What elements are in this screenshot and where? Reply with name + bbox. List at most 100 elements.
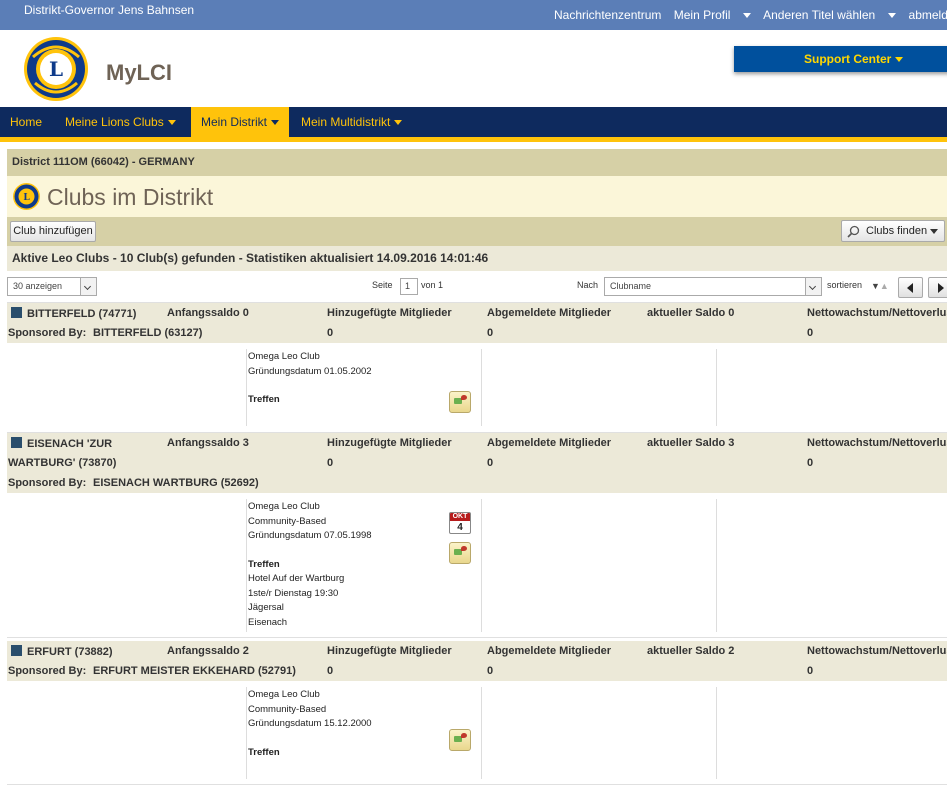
pager-bar: 30 anzeigen Seite 1 von 1 Nach Clubname … [7,271,947,303]
calendar-month: OKT [450,513,470,521]
club-details: Omega Leo Club Community-Based Gründungs… [7,681,947,785]
club-category: Community-Based [248,703,327,715]
map-icon[interactable] [449,729,471,751]
square-icon [11,437,22,448]
meeting-label: Treffen [248,394,280,405]
club-name-label: ERFURT (73882) [27,646,113,658]
club-block: ERFURT (73882) Anfangssaldo 2 Hinzugefüg… [7,641,947,785]
support-center-label: Support Center [804,52,892,66]
switch-title-menu[interactable]: Anderen Titel wählen [763,8,897,22]
page-input[interactable]: 1 [400,278,418,295]
club-block: EISENACH 'ZUR Anfangssaldo 3 Hinzugefügt… [7,433,947,638]
divider [716,687,717,779]
chevron-down-icon [80,278,96,295]
sponsored-by-label: Sponsored By: [8,477,87,489]
sponsored-by-value: EISENACH WARTBURG (52692) [93,477,259,489]
club-name[interactable]: ERFURT (73882) [11,645,113,658]
club-type: Omega Leo Club [248,689,320,700]
club-block: BITTERFELD (74771) Anfangssaldo 0 Hinzug… [7,303,947,433]
brand-name: MyLCI [106,60,172,85]
my-profile-menu[interactable]: Mein Profil [674,8,752,22]
square-icon [11,645,22,656]
sort-field-select[interactable]: Clubname [604,277,822,296]
added-members-header: Hinzugefügte Mitglieder [327,307,452,319]
nav-my-district[interactable]: Mein Distrikt [191,107,290,137]
map-icon[interactable] [449,391,471,413]
sponsored-by-label: Sponsored By: [8,665,87,677]
club-name[interactable]: BITTERFELD (74771) [11,307,136,320]
status-line: Aktive Leo Clubs - 10 Club(s) gefunden -… [7,246,947,271]
page-size-select[interactable]: 30 anzeigen [7,277,97,296]
nav-my-multidistrict-label: Mein Multidistrikt [301,115,391,129]
club-info: Omega Leo Club Gründungsdatum 01.05.2002… [248,350,372,408]
added-members-value: 0 [327,457,334,469]
net-growth-header: Nettowachstum/Nettoverlust [807,307,947,319]
current-balance: aktueller Saldo 2 [647,645,735,657]
lions-logo[interactable]: L [20,35,92,103]
toolbar: Club hinzufügen Clubs finden [7,217,947,246]
chevron-down-icon [167,120,176,126]
charter-date: Gründungsdatum 07.05.1998 [248,530,372,541]
club-info: Omega Leo Club Community-Based Gründungs… [248,500,372,630]
club-name-continued[interactable]: WARTBURG' (73870) [8,457,116,469]
magnifier-icon [847,225,860,238]
chevron-down-icon [805,278,821,295]
sort-by-label: Nach [577,280,599,290]
divider [481,499,482,632]
add-club-button[interactable]: Club hinzufügen [10,221,96,242]
meeting-label: Treffen [248,558,280,570]
chevron-down-icon [394,120,403,126]
find-clubs-button[interactable]: Clubs finden [841,220,945,242]
nav-my-multidistrict[interactable]: Mein Multidistrikt [291,107,412,137]
page-label: Seite [372,280,393,290]
support-center-button[interactable]: Support Center [734,46,947,72]
added-members-value: 0 [327,665,334,677]
club-category: Community-Based [248,515,327,527]
chevron-down-icon [743,13,752,19]
page-size-value: 30 anzeigen [13,281,63,291]
chevron-down-icon [930,229,938,234]
club-header: BITTERFELD (74771) Anfangssaldo 0 Hinzug… [7,303,947,343]
current-balance: aktueller Saldo 3 [647,437,735,449]
divider [246,687,247,779]
chevron-down-icon [888,13,897,19]
nav-my-lions-clubs-label: Meine Lions Clubs [65,115,164,129]
removed-members-value: 0 [487,327,494,339]
prev-page-button[interactable] [898,277,923,298]
messages-link[interactable]: Nachrichtenzentrum [554,8,661,22]
main-nav: Home Meine Lions Clubs Mein Distrikt Mei… [0,107,947,137]
sponsored-by-label: Sponsored By: [8,327,87,339]
nav-home[interactable]: Home [0,107,52,137]
svg-text:L: L [23,193,30,203]
chevron-down-icon [895,57,904,63]
club-name[interactable]: EISENACH 'ZUR [11,437,112,450]
logout-link[interactable]: abmelden [909,8,947,22]
map-icon[interactable] [449,542,471,564]
start-balance: Anfangssaldo 2 [167,645,249,657]
next-page-button[interactable] [928,277,947,298]
meeting-city: Eisenach [248,616,288,628]
added-members-value: 0 [327,327,334,339]
page-of-label: von 1 [421,280,444,290]
calendar-icon[interactable]: OKT 4 [449,512,471,534]
removed-members-header: Abgemeldete Mitglieder [487,307,612,319]
meeting-place: Hotel Auf der Wartburg [248,573,345,584]
divider [246,349,247,426]
page-title: Clubs im Distrikt [47,184,214,210]
lions-logo-small: L [13,183,40,210]
current-balance: aktueller Saldo 0 [647,307,735,319]
removed-members-value: 0 [487,665,494,677]
switch-title-label: Anderen Titel wählen [763,8,876,22]
nav-my-lions-clubs[interactable]: Meine Lions Clubs [55,107,186,137]
top-links: Nachrichtenzentrum Mein Profil Anderen T… [554,8,947,22]
sort-label: sortieren [827,280,863,290]
sponsored-by-value: ERFURT MEISTER EKKEHARD (52791) [93,665,296,677]
club-name-label: BITTERFELD (74771) [27,308,137,320]
my-profile-label: Mein Profil [673,8,731,22]
sort-direction-icon[interactable]: ▼▲ [871,281,889,291]
divider [716,499,717,632]
arrow-right-icon [938,283,944,293]
club-header: ERFURT (73882) Anfangssaldo 2 Hinzugefüg… [7,641,947,681]
nav-my-district-label: Mein Distrikt [201,115,268,129]
header: L MyLCI Support Center [0,30,947,107]
